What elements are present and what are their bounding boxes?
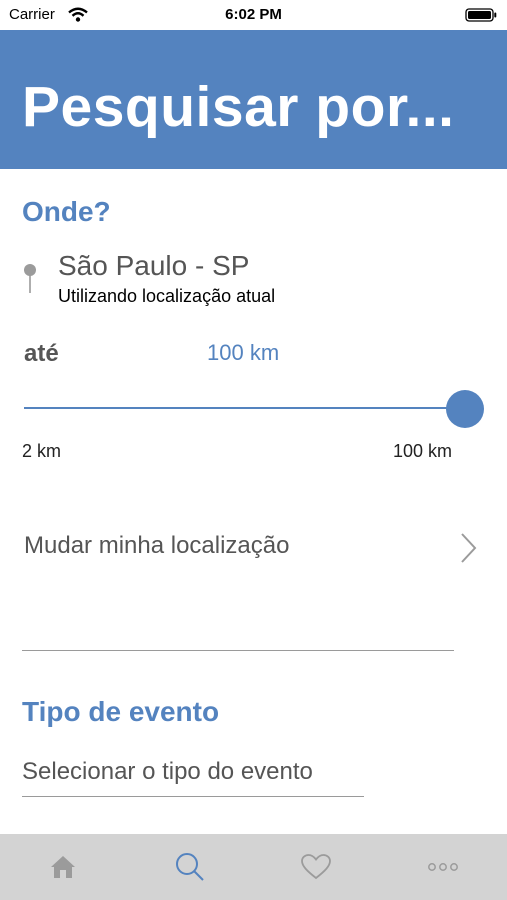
event-type-select-label: Selecionar o tipo do evento xyxy=(22,758,313,785)
page-header: Pesquisar por... xyxy=(0,30,507,169)
slider-min-label: 2 km xyxy=(22,441,62,461)
distance-prefix: até xyxy=(24,340,59,367)
tab-bar xyxy=(0,834,507,900)
section-divider xyxy=(22,650,454,651)
tab-home[interactable] xyxy=(0,834,126,900)
search-icon xyxy=(176,853,204,881)
tab-favorites[interactable] xyxy=(253,834,379,900)
home-icon xyxy=(51,856,75,878)
slider-thumb[interactable] xyxy=(446,390,484,428)
status-bar: Carrier 6:02 PM xyxy=(0,0,507,30)
page-title: Pesquisar por... xyxy=(22,75,455,139)
change-location-button[interactable]: Mudar minha localização xyxy=(22,520,478,576)
current-city: São Paulo - SP xyxy=(58,250,250,281)
change-location-label: Mudar minha localização xyxy=(24,532,290,559)
location-pin-icon xyxy=(24,264,36,293)
chevron-right-icon xyxy=(461,533,477,563)
heart-icon xyxy=(301,854,331,880)
more-icon xyxy=(428,863,458,871)
distance-slider[interactable] xyxy=(24,390,486,428)
location-source: Utilizando localização atual xyxy=(58,286,276,306)
slider-track[interactable] xyxy=(24,407,465,409)
status-time: 6:02 PM xyxy=(225,6,282,23)
where-heading: Onde? xyxy=(22,196,111,227)
distance-value: 100 km xyxy=(207,340,280,365)
event-type-heading: Tipo de evento xyxy=(22,696,220,727)
tab-more[interactable] xyxy=(380,834,506,900)
tab-search[interactable] xyxy=(127,834,253,900)
event-type-select[interactable]: Selecionar o tipo do evento xyxy=(22,750,364,797)
battery-icon xyxy=(465,8,497,22)
slider-max-label: 100 km xyxy=(392,441,452,461)
